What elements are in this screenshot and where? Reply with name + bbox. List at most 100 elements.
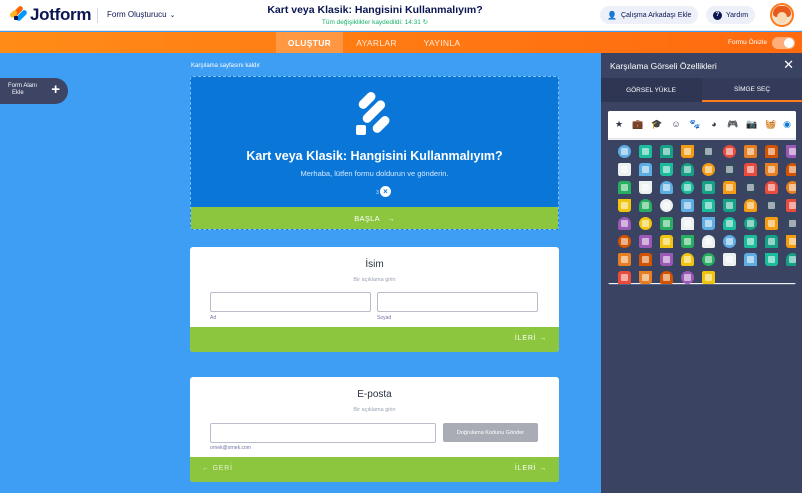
tab-build[interactable]: OLUŞTUR: [276, 32, 343, 53]
icon-option[interactable]: [702, 253, 715, 266]
back-button[interactable]: ← GERİ: [202, 465, 233, 472]
icon-option[interactable]: [744, 253, 757, 266]
smile-icon[interactable]: ☺: [670, 118, 682, 130]
icon-option[interactable]: [618, 145, 631, 158]
icon-option[interactable]: [681, 163, 694, 176]
icon-option[interactable]: [660, 235, 673, 248]
icon-option[interactable]: [744, 163, 757, 176]
tab-settings[interactable]: AYARLAR: [343, 32, 410, 53]
icon-option[interactable]: [786, 181, 796, 194]
icon-option[interactable]: [765, 145, 778, 158]
icon-option[interactable]: [786, 145, 796, 158]
icon-option[interactable]: [660, 271, 673, 284]
icon-grid-scrollbar[interactable]: [609, 284, 795, 285]
icon-option[interactable]: [681, 199, 694, 212]
next-button[interactable]: İLERİ →: [515, 335, 547, 342]
icon-option[interactable]: [618, 199, 631, 212]
icon-option[interactable]: [681, 271, 694, 284]
add-form-element-button[interactable]: Form Alanı Ekle +: [0, 78, 68, 104]
basket-icon[interactable]: 🧺: [765, 118, 777, 130]
icon-option[interactable]: [660, 145, 673, 158]
welcome-card[interactable]: Kart veya Klasik: Hangisini Kullanmalıyı…: [190, 76, 559, 230]
icon-option[interactable]: [786, 199, 796, 212]
icon-option[interactable]: [618, 253, 631, 266]
icon-option[interactable]: [639, 253, 652, 266]
last-name-field[interactable]: [377, 292, 538, 312]
globe-icon[interactable]: ◉: [781, 118, 793, 130]
icon-option[interactable]: [660, 181, 673, 194]
next-button[interactable]: İLERİ →: [515, 465, 547, 472]
send-verification-code-button[interactable]: Doğrulama Kodunu Gönder: [443, 423, 538, 442]
camera-icon[interactable]: 📷: [746, 118, 758, 130]
question-title[interactable]: E-posta: [190, 389, 559, 400]
icon-option[interactable]: [765, 199, 778, 212]
icon-option[interactable]: [681, 253, 694, 266]
briefcase-icon[interactable]: 💼: [632, 118, 644, 130]
icon-option[interactable]: [786, 163, 796, 176]
icon-option[interactable]: [723, 145, 736, 158]
avatar[interactable]: [770, 3, 794, 27]
preview-toggle[interactable]: [772, 37, 795, 49]
icon-option[interactable]: [681, 217, 694, 230]
invite-collaborator-button[interactable]: 👤 Çalışma Arkadaşı Ekle: [600, 6, 699, 24]
icon-option[interactable]: [618, 181, 631, 194]
icon-option[interactable]: [702, 163, 715, 176]
name-question-card[interactable]: İsim Bir açıklama girin Ad Soyad İLERİ →: [190, 247, 559, 352]
close-icon[interactable]: ×: [380, 186, 391, 197]
icon-option[interactable]: [765, 235, 778, 248]
icon-option[interactable]: [765, 217, 778, 230]
icon-option[interactable]: [765, 163, 778, 176]
icon-option[interactable]: [765, 253, 778, 266]
icon-option[interactable]: [660, 199, 673, 212]
icon-option[interactable]: [639, 199, 652, 212]
icon-option[interactable]: [660, 253, 673, 266]
icon-option[interactable]: [681, 235, 694, 248]
pacman-icon[interactable]: ◕: [708, 118, 720, 130]
tab-upload-image[interactable]: GÖRSEL YÜKLE: [601, 78, 701, 102]
icon-option[interactable]: [618, 217, 631, 230]
gamepad-icon[interactable]: 🎮: [727, 118, 739, 130]
icon-option[interactable]: [744, 235, 757, 248]
icon-option[interactable]: [765, 181, 778, 194]
close-icon[interactable]: ✕: [783, 57, 794, 73]
icon-option[interactable]: [723, 181, 736, 194]
icon-option[interactable]: [702, 235, 715, 248]
icon-option[interactable]: [639, 163, 652, 176]
icon-option[interactable]: [681, 181, 694, 194]
icon-option[interactable]: [639, 181, 652, 194]
star-icon[interactable]: ★: [613, 118, 625, 130]
icon-option[interactable]: [723, 235, 736, 248]
icon-option[interactable]: [744, 199, 757, 212]
icon-option[interactable]: [639, 145, 652, 158]
icon-option[interactable]: [786, 235, 796, 248]
icon-option[interactable]: [786, 253, 796, 266]
icon-option[interactable]: [660, 163, 673, 176]
icon-option[interactable]: [723, 253, 736, 266]
form-title[interactable]: Kart veya Klasik: Hangisini Kullanmalıyı…: [250, 4, 500, 16]
icon-option[interactable]: [681, 145, 694, 158]
welcome-title[interactable]: Kart veya Klasik: Hangisini Kullanmalıyı…: [191, 149, 558, 163]
remove-welcome-page-link[interactable]: Karşılama sayfasını kaldır: [191, 63, 260, 69]
icon-option[interactable]: [702, 145, 715, 158]
icon-option[interactable]: [702, 271, 715, 284]
icon-option[interactable]: [744, 181, 757, 194]
icon-option[interactable]: [723, 199, 736, 212]
icon-option[interactable]: [639, 235, 652, 248]
icon-option[interactable]: [618, 271, 631, 284]
question-description[interactable]: Bir açıklama girin: [190, 407, 559, 413]
question-title[interactable]: İsim: [190, 259, 559, 270]
icon-option[interactable]: [618, 163, 631, 176]
welcome-subtitle[interactable]: Merhaba, lütfen formu doldurun ve gönder…: [191, 169, 558, 178]
icon-option[interactable]: [723, 217, 736, 230]
paw-icon[interactable]: 🐾: [689, 118, 701, 130]
question-description[interactable]: Bir açıklama girin: [190, 277, 559, 283]
icon-option[interactable]: [702, 217, 715, 230]
builder-menu[interactable]: Form Oluşturucu ⌄: [107, 10, 175, 19]
icon-option[interactable]: [723, 163, 736, 176]
graduation-cap-icon[interactable]: 🎓: [651, 118, 663, 130]
icon-option[interactable]: [786, 217, 796, 230]
email-field[interactable]: [210, 423, 436, 443]
start-button[interactable]: BAŞLA →: [191, 207, 558, 229]
icon-option[interactable]: [639, 217, 652, 230]
icon-option[interactable]: [744, 145, 757, 158]
